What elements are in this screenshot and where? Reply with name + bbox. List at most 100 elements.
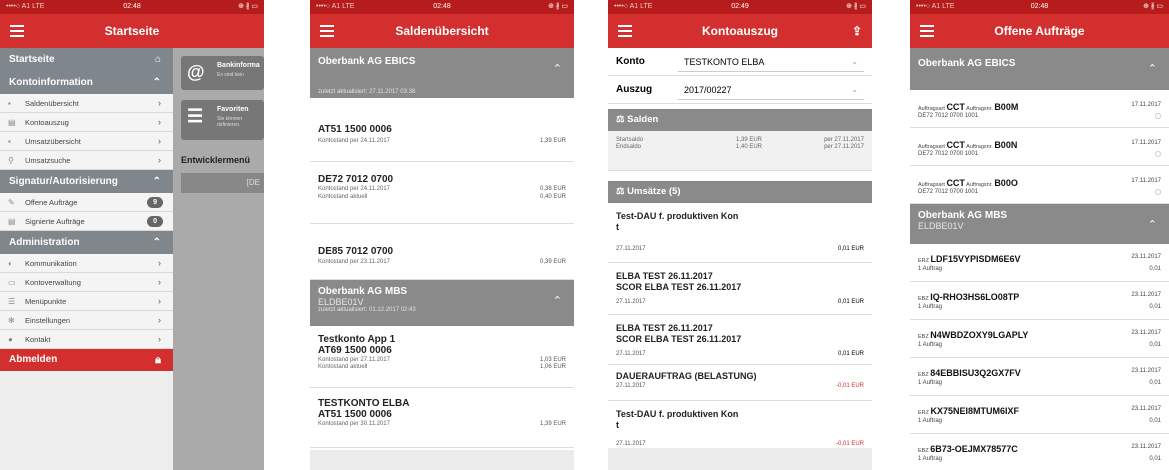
phone-kontoauszug: ••••○ A1 LTE 02:49 ⊕ ∦ ▭ Kontoauszug ⇪ Kon… [608,0,872,470]
list-end-area [608,448,872,470]
chevron-right-icon: › [158,277,161,287]
select-circle-icon[interactable] [1155,189,1161,195]
page-title: Kontoauszug [702,24,778,38]
chevron-up-icon: ⌃ [1147,63,1157,75]
balance-icon: ⚖ [616,114,628,125]
chevron-right-icon: › [158,296,161,306]
menu-item-umsatzuebersicht[interactable]: ▪ Umsatzübersicht › [0,132,173,151]
developer-menu-title: Entwicklermenü [181,155,251,165]
transactions-icon: ⚖ [616,186,628,197]
chevron-up-icon: ⌃ [152,176,161,187]
chevron-up-icon: ⌃ [152,77,161,88]
order-row[interactable]: EBZ IQ-RHO3HS6LO08TP 1 Auftrag 23.11.2017 0… [910,282,1169,320]
status-bar: ••••○ A1 LTE 02:48 ⊕ ∦ ▭ [310,0,574,14]
list-icon: ☰ [187,106,204,126]
count-badge: 9 [147,197,163,208]
menu-item-menuepunkte[interactable]: ☰ Menüpunkte › [0,292,173,311]
account-row[interactable]: DE72 7012 0700 Kontostand per 24.11.2017 0… [310,162,574,224]
group-header-mbs[interactable]: Oberbank AG MBS ELDBE01V zuletzt aktualisi… [310,280,574,326]
order-row[interactable]: Auftragsart CCT Auftragsnr. B00M DE72 701… [910,90,1169,128]
transaction-row[interactable]: DAUERAUFTRAG (BELASTUNG) 27.11.2017 -0,01 … [608,365,872,401]
share-icon[interactable]: ⇪ [852,14,862,48]
page-title: Saldenübersicht [395,24,489,38]
mbs-order-list: ERZ LDF15VYPISDM6E6V 1 Auftrag 23.11.2017 0… [910,244,1169,470]
menu-section-administration[interactable]: Administration ⌃ [0,231,173,254]
transaction-row[interactable]: Test-DAU f. produktiven Kon t 27.11.2017-… [608,401,872,451]
order-row[interactable]: EBZ 84EBBISU3Q2GX7FV 1 Auftrag 23.11.2017 0… [910,358,1169,396]
search-icon: ⚲ [8,156,14,165]
menu-item-kontoverwaltung[interactable]: ▭ Kontoverwaltung › [0,273,173,292]
chevron-up-icon: ⌃ [1147,219,1157,231]
chevron-up-icon: ⌃ [552,63,562,75]
menu-item-kontoauszug[interactable]: ▤ Kontoauszug › [0,113,173,132]
chevron-right-icon: › [158,334,161,344]
group-header-ebics[interactable]: Oberbank AG EBICS ⌃ [910,48,1169,90]
chevron-up-icon: ⌃ [152,237,161,248]
select-circle-icon[interactable] [1155,113,1161,119]
logout-button[interactable]: Abmelden 🔒︎ [0,349,173,371]
chevron-down-icon: ⌄ [851,57,858,66]
account-row[interactable]: Testkonto App 1 AT69 1500 0006 Kontostand … [310,326,574,388]
transaction-row[interactable]: Test-DAU f. produktiven Kon t 27.11.2017 0… [608,203,872,263]
balance-icon: ▪ [8,99,11,108]
card-bankinformation[interactable]: @ Bankinforma Es sind kein [181,56,264,90]
transaction-row[interactable]: ELBA TEST 26.11.2017 SCOR ELBA TEST 26.1… [608,263,872,315]
chevron-right-icon: › [158,136,161,146]
page-title: Offene Aufträge [994,24,1085,38]
list-icon: ☰ [8,297,16,306]
order-row[interactable]: ERZ KX75NEI8MTUM6IXF 1 Auftrag 23.11.2017 0… [910,396,1169,434]
nav-bar: Kontoauszug ⇪ [608,14,872,48]
select-circle-icon[interactable] [1155,151,1161,157]
account-row[interactable]: TESTKONTO ELBA AT51 1500 0006 Kontostand p… [310,388,574,448]
chevron-right-icon: › [158,315,161,325]
section-umsaetze: ⚖ Umsätze (5) [608,181,872,203]
menu-section-startseite[interactable]: Startseite ⌂ [0,48,173,71]
card-favoriten[interactable]: ☰ Favoriten Sie können definieren. [181,100,264,140]
menu-item-signierte-auftraege[interactable]: ▤ Signierte Aufträge 0 [0,212,173,231]
transaction-row[interactable]: ELBA TEST 26.11.2017 SCOR ELBA TEST 26.1… [608,315,872,365]
group-header-mbs[interactable]: Oberbank AG MBS ELDBE01V ⌃ [910,204,1169,244]
at-icon: @ [187,62,205,82]
menu-item-saldenuebersicht[interactable]: ▪ Saldenübersicht › [0,94,173,113]
transactions-icon: ▪ [8,137,11,146]
status-bar: ••••○ A1 LTE 02:49 ⊕ ∦ ▭ [608,0,872,14]
nav-bar: Offene Aufträge [910,14,1169,48]
developer-menu-button[interactable]: [DE [181,173,264,193]
konto-field: Konto ⌄ TESTKONTO ELBA [608,48,872,76]
group-header-ebics[interactable]: Oberbank AG EBICS zuletzt aktualisiert: 2… [310,48,574,98]
home-icon: ⌂ [154,54,161,65]
chevron-right-icon: › [158,98,161,108]
chevron-right-icon: › [158,258,161,268]
list-end-area [310,450,574,470]
menu-section-signatur[interactable]: Signatur/Autorisierung ⌃ [0,170,173,193]
account-row[interactable]: DE85 7012 0700 Kontostand per 23.11.2017 0… [310,224,574,280]
menu-item-kommunikation[interactable]: ◐ Kommunikation › [0,254,173,273]
menu-section-kontoinformation[interactable]: Kontoinformation ⌃ [0,71,173,94]
startseite-content: @ Bankinforma Es sind kein ☰ Favoriten Sie k… [173,48,264,470]
order-row[interactable]: ERZ LDF15VYPISDM6E6V 1 Auftrag 23.11.2017 0… [910,244,1169,282]
order-row[interactable]: EBZ N4WBDZOXY9LGAPLY 1 Auftrag 23.11.2017 0… [910,320,1169,358]
status-bar: ••••○ A1 LTE 02:48 ⊕ ∦ ▭ [910,0,1169,14]
lock-icon: 🔒︎ [155,354,161,366]
nav-bar: Startseite [0,14,264,48]
chevron-right-icon: › [158,155,161,165]
gear-icon: ✻ [8,316,15,325]
communication-icon: ◐ [8,259,13,268]
menu-item-einstellungen[interactable]: ✻ Einstellungen › [0,311,173,330]
nav-bar: Saldenübersicht [310,14,574,48]
konto-select[interactable]: ⌄ TESTKONTO ELBA [678,52,864,72]
menu-item-kontakt[interactable]: ● Kontakt › [0,330,173,349]
menu-item-offene-auftraege[interactable]: ✎ Offene Aufträge 9 [0,193,173,212]
phone-offene-auftraege: ••••○ A1 LTE 02:48 ⊕ ∦ ▭ Offene Aufträge O… [910,0,1169,470]
order-row[interactable]: EBZ 6B73-OEJMX78577C 1 Auftrag 23.11.2017 0… [910,434,1169,470]
person-icon: ● [8,335,13,344]
status-bar: ••••○ A1 LTE 02:48 ⊕ ∦ ▭ [0,0,264,14]
statement-icon: ▤ [8,118,16,127]
account-row[interactable]: AT51 1500 0006 Kontostand per 24.11.2017 1… [310,98,574,162]
menu-item-umsatzsuche[interactable]: ⚲ Umsatzsuche › [0,151,173,170]
order-row[interactable]: Auftragsart CCT Auftragsnr. B00O DE72 701… [910,166,1169,204]
count-badge: 0 [147,216,163,227]
order-row[interactable]: Auftragsart CCT Auftragsnr. B00N DE72 701… [910,128,1169,166]
section-salden: ⚖ Salden [608,109,872,131]
auszug-select[interactable]: ⌄ 2017/00227 [678,80,864,100]
